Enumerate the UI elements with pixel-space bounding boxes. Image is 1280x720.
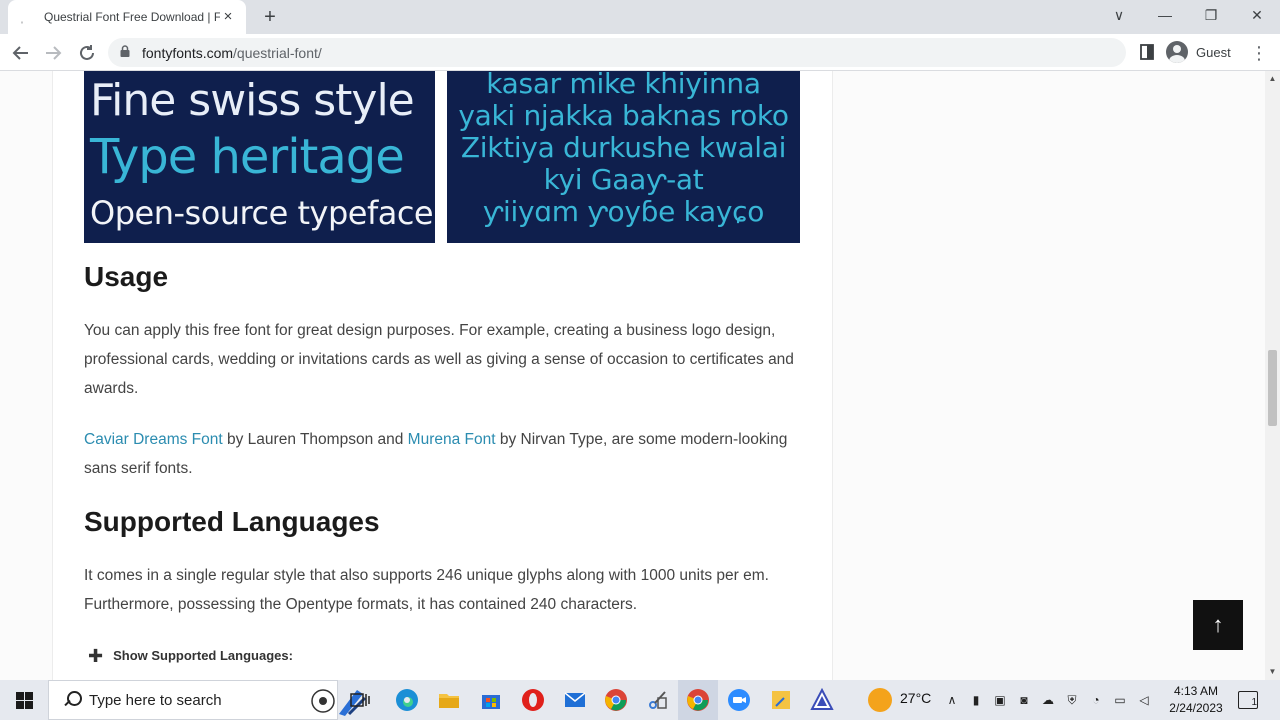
preview-line: Type heritage [90,129,405,185]
snipping-tool-icon[interactable] [645,688,669,712]
notifications-icon[interactable]: 1 [1238,691,1258,709]
font-preview-image: kasar mike khiyinna yaki njakka baknas r… [447,71,800,243]
page-viewport: Fine swiss style Type heritage Open-sour… [0,71,1265,680]
scroll-up-icon[interactable]: ▲ [1268,75,1277,83]
close-window-button[interactable]: ✕ [1244,4,1270,26]
arrow-right-icon [46,46,62,60]
windows-taskbar: Type here to search 27°C ∧ ▮ ▣ ◙ ☁ ⛨ ◔ ▭… [0,680,1280,720]
weather-icon[interactable] [868,688,892,712]
murena-font-link[interactable]: Murena Font [408,431,496,448]
microsoft-store-icon[interactable] [479,688,503,712]
opera-icon[interactable] [521,688,545,712]
font-preview-image: Fine swiss style Type heritage Open-sour… [84,71,435,243]
tab-search-icon[interactable]: ∨ [1106,4,1132,26]
forward-button[interactable] [40,40,66,66]
caviar-dreams-link[interactable]: Caviar Dreams Font [84,431,223,448]
edge-icon[interactable] [395,688,419,712]
preview-line: kyi Gaaƴ-at [543,163,704,196]
arrow-left-icon [12,46,28,60]
taskbar-search-box[interactable]: Type here to search [48,680,367,720]
taskbar-clock[interactable]: 4:13 AM 2/24/2023 [1158,683,1234,717]
preview-line: Ziktiya durkushe kwalai [460,131,787,164]
volume-icon[interactable]: ◁ [1136,692,1152,708]
clock-date: 2/24/2023 [1169,701,1223,715]
microphone-icon[interactable]: ▮ [968,692,984,708]
tab-title: Questrial Font Free Download | F [44,10,220,24]
restore-button[interactable]: ❐ [1198,4,1224,26]
page-scrollbar[interactable]: ▲ ▼ [1265,71,1280,680]
supported-languages-heading: Supported Languages [84,506,380,537]
usage-heading: Usage [84,261,169,292]
start-button[interactable] [0,680,48,720]
loading-icon: ˌ [20,10,24,24]
app-launcher-icon[interactable] [810,687,834,712]
battery-icon[interactable]: ▭ [1112,692,1128,708]
new-tab-button[interactable]: + [258,6,282,28]
browser-toolbar: fontyfonts.com/questrial-font/ Guest ⋮ [0,34,1280,71]
sticky-notes-icon[interactable] [769,688,793,712]
chrome-icon[interactable] [686,688,710,712]
browser-tab[interactable]: ˌ Questrial Font Free Download | F × [8,0,246,34]
chevron-up-icon[interactable]: ∧ [944,692,960,708]
zoom-icon[interactable] [727,688,751,712]
preview-line: ƴiiyɑm ƴoyɓe kayɕo [482,195,765,228]
preview-line: Open-source typeface [90,194,434,232]
clock-time: 4:13 AM [1173,684,1219,698]
url-text[interactable]: fontyfonts.com/questrial-font/ [142,45,322,61]
scroll-down-icon[interactable]: ▼ [1268,668,1277,676]
reload-icon [80,45,94,60]
article-content: Fine swiss style Type heritage Open-sour… [52,71,833,680]
close-tab-icon[interactable]: × [220,9,236,25]
security-icon[interactable]: ⛨ [1064,692,1080,708]
preview-line: Fine swiss style [90,75,415,126]
display-icon[interactable]: ◙ [1016,692,1032,708]
temperature-label[interactable]: 27°C [900,690,931,706]
chrome-app-icon[interactable] [604,688,628,712]
onedrive-icon[interactable]: ☁ [1040,692,1056,708]
usage-paragraph: You can apply this free font for great d… [84,322,794,397]
side-panel-icon[interactable] [1138,43,1156,61]
meet-now-icon[interactable]: ▣ [992,692,1008,708]
menu-icon[interactable]: ⋮ [1250,40,1268,66]
preview-line: yaki njakka baknas roko [458,99,789,132]
address-bar[interactable]: fontyfonts.com/questrial-font/ [108,38,1126,67]
related-fonts-paragraph: Caviar Dreams Font by Lauren Thompson an… [84,431,788,477]
lock-icon[interactable] [120,45,132,60]
search-placeholder: Type here to search [89,691,222,709]
task-view-icon[interactable] [348,688,372,712]
stop-loading-button[interactable] [74,40,100,66]
back-button[interactable] [8,40,34,66]
minimize-button[interactable]: — [1152,4,1178,26]
back-to-top-button[interactable]: ↑ [1193,600,1243,650]
profile-button[interactable]: Guest [1166,39,1231,65]
toggle-label: Show Supported Languages: [113,648,293,663]
profile-label: Guest [1196,44,1231,60]
search-icon [63,691,82,709]
windows-logo-icon [16,692,24,700]
scroll-thumb[interactable] [1268,350,1277,426]
show-languages-toggle[interactable]: ✚ Show Supported Languages: [88,645,293,666]
languages-paragraph: It comes in a single regular style that … [84,567,769,613]
wifi-icon[interactable]: ◔ [1088,692,1104,708]
tab-strip: ˌ Questrial Font Free Download | F × + ∨… [0,0,1280,34]
avatar-icon [1166,41,1188,63]
preview-line: kasar mike khiyinna [486,71,761,100]
plus-icon: ✚ [88,645,104,666]
mail-icon[interactable] [563,688,587,712]
file-explorer-icon[interactable] [437,688,461,712]
